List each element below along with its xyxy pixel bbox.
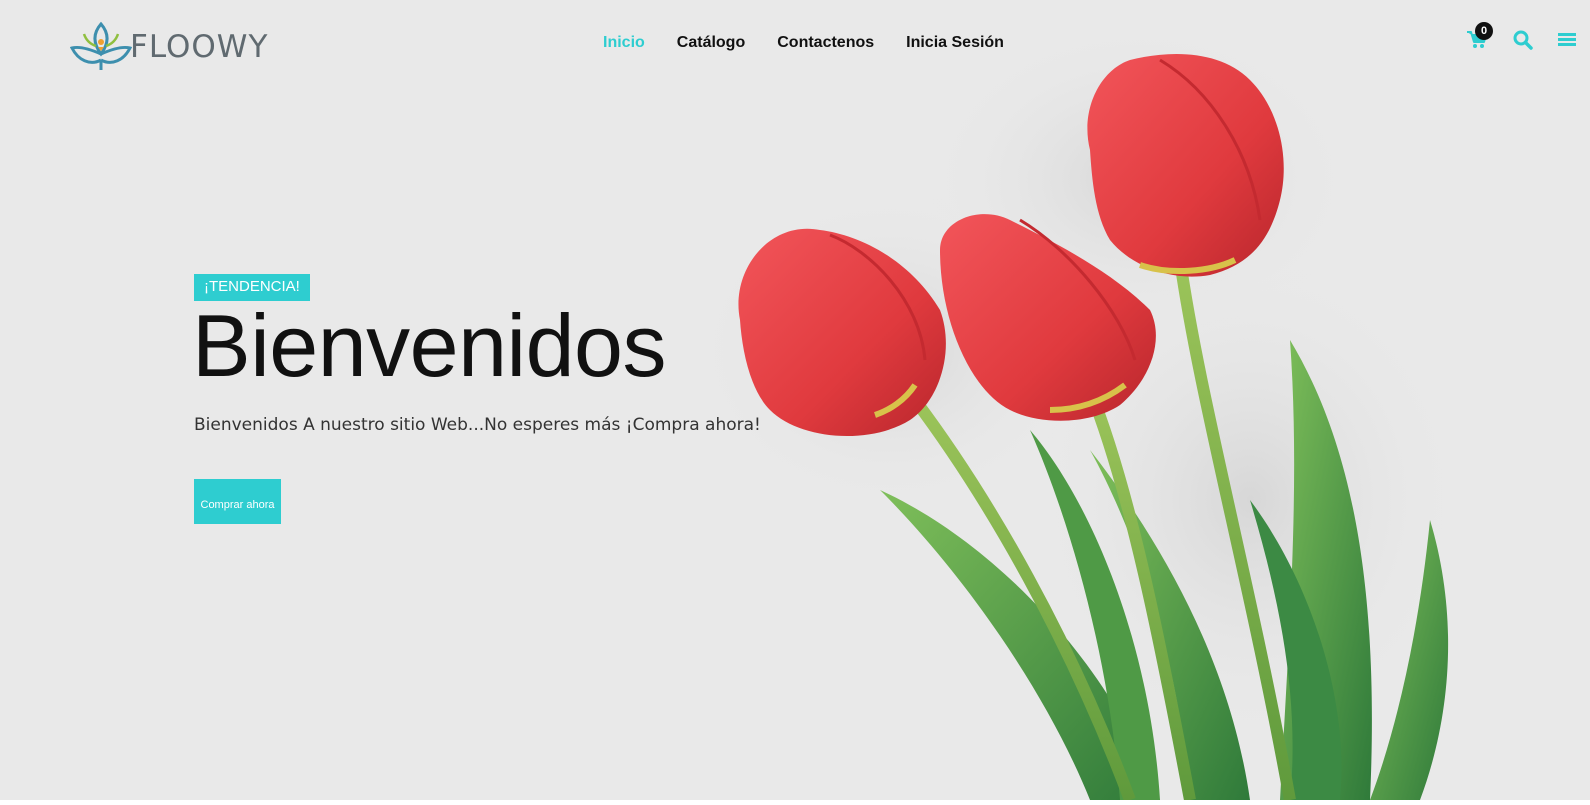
brand-name: FLOOWY [130,29,269,65]
nav-inicio[interactable]: Inicio [603,34,645,52]
hero-subtitle: Bienvenidos A nuestro sitio Web...No esp… [194,415,761,435]
lotus-logo-icon [70,21,132,70]
shop-now-button[interactable]: Comprar ahora [194,479,281,524]
brand-logo[interactable]: FLOOWY [70,20,268,72]
page-bottom-edge [0,800,1590,805]
page: FLOOWY Inicio Catálogo Contactenos Inici… [0,0,1590,800]
hero-title: Bienvenidos [192,296,666,395]
tulips-hero-image [690,20,1470,800]
